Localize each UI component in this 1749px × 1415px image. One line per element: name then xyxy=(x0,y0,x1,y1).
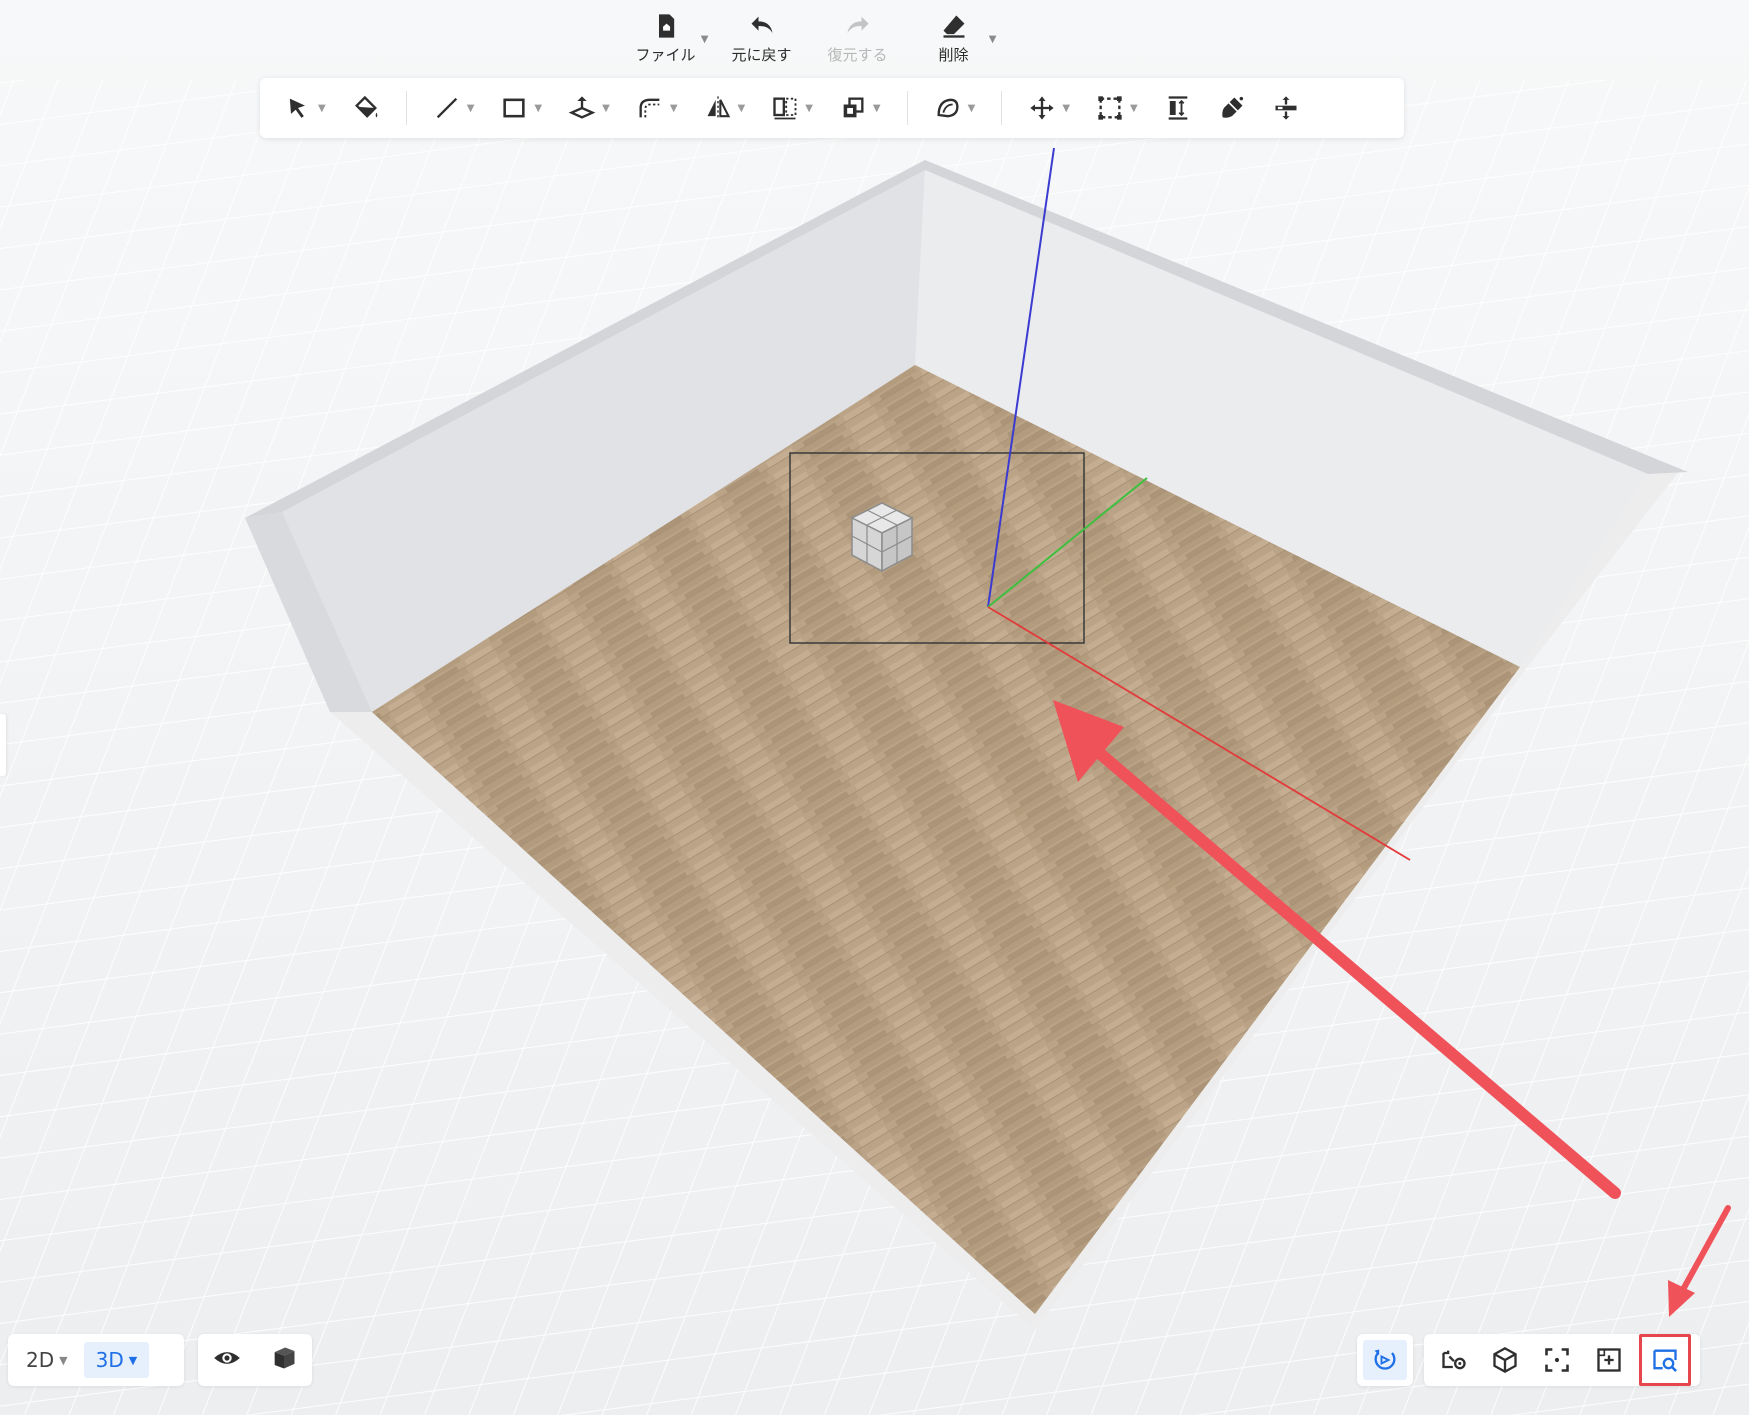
copy-icon xyxy=(843,97,864,118)
mirror-tool[interactable]: ▼ xyxy=(704,88,746,128)
brush-icon xyxy=(1222,96,1243,118)
mirror-icon xyxy=(707,96,730,120)
mode-2d-label: 2D xyxy=(26,1348,55,1372)
group-select-tool[interactable]: ▼ xyxy=(1096,88,1138,128)
paint-bucket-icon xyxy=(354,95,378,118)
view-tools xyxy=(198,1334,312,1386)
eraser-icon xyxy=(943,15,964,38)
delete-button[interactable]: 削除 ▼ xyxy=(921,12,997,65)
push-pull-tool[interactable]: ▼ xyxy=(568,88,610,128)
sweep-icon xyxy=(937,98,959,118)
fit-frame-button[interactable] xyxy=(1536,1339,1578,1381)
camera-reset-panel xyxy=(1357,1334,1413,1386)
zoom-region-icon xyxy=(1596,1348,1621,1372)
solid-view-button[interactable] xyxy=(270,1344,298,1376)
chevron-down-icon: ▼ xyxy=(1130,102,1138,114)
rotate-reset-button[interactable] xyxy=(1363,1340,1407,1380)
solid-box-icon xyxy=(274,1347,294,1369)
rectangle-icon xyxy=(503,98,526,118)
undo-label: 元に戻す xyxy=(731,46,792,64)
array-tool[interactable]: ▼ xyxy=(771,88,813,128)
visibility-button[interactable] xyxy=(213,1344,241,1376)
redo-button[interactable]: 復元する xyxy=(825,12,891,65)
chevron-down-icon: ▼ xyxy=(534,102,543,114)
cube-view-button[interactable] xyxy=(1484,1339,1526,1381)
chevron-down-icon: ▼ xyxy=(128,1353,138,1367)
file-toolbar: ファイル ▼ 元に戻す 復元する 削除 ▼ xyxy=(0,0,1749,78)
line-icon xyxy=(436,97,457,119)
mode-3d-button[interactable]: 3D ▼ xyxy=(83,1342,150,1378)
move-icon xyxy=(1030,96,1054,120)
file-menu-label: ファイル xyxy=(635,46,696,64)
rectangle-tool[interactable]: ▼ xyxy=(500,88,542,128)
push-pull-icon xyxy=(568,96,596,119)
toolbar-divider xyxy=(1001,91,1003,125)
zoom-region-button[interactable] xyxy=(1588,1339,1630,1381)
chevron-down-icon: ▼ xyxy=(466,102,475,114)
chevron-down-icon: ▼ xyxy=(1062,102,1071,114)
zoom-search-icon xyxy=(1653,1349,1678,1372)
transform-tool[interactable] xyxy=(1272,88,1300,128)
mode-3d-label: 3D xyxy=(95,1348,124,1372)
file-home-icon xyxy=(658,14,674,38)
copy-tool[interactable]: ▼ xyxy=(839,88,881,128)
app-window: ファイル ▼ 元に戻す 復元する 削除 ▼ ▼ ▼ ▼ ▼ ▼ ▼ ▼ ▼ ▼ … xyxy=(0,0,1749,1415)
chevron-down-icon: ▼ xyxy=(59,1353,68,1367)
camera-settings-icon xyxy=(1442,1350,1466,1370)
eye-icon xyxy=(213,1352,240,1364)
undo-button[interactable]: 元に戻す xyxy=(729,12,795,65)
move-tool[interactable]: ▼ xyxy=(1028,88,1070,128)
cube-view-icon xyxy=(1493,1346,1518,1374)
align-icon xyxy=(1168,96,1188,120)
redo-label: 復元する xyxy=(827,46,888,64)
toolbar-divider xyxy=(405,91,407,125)
zoom-search-button[interactable] xyxy=(1639,1334,1692,1386)
paint-tool[interactable] xyxy=(352,88,380,128)
chevron-down-icon: ▼ xyxy=(967,102,976,114)
chevron-down-icon: ▼ xyxy=(669,102,678,114)
chevron-down-icon: ▼ xyxy=(737,102,746,114)
camera-tools xyxy=(1424,1334,1700,1386)
chevron-down-icon: ▼ xyxy=(988,34,997,45)
3d-viewport[interactable] xyxy=(0,0,1749,1415)
chevron-down-icon: ▼ xyxy=(602,102,610,114)
chevron-down-icon: ▼ xyxy=(872,102,881,114)
align-tool[interactable] xyxy=(1164,88,1192,128)
brush-tool[interactable] xyxy=(1218,88,1246,128)
offset-curve-icon xyxy=(639,98,660,118)
chevron-down-icon: ▼ xyxy=(805,102,813,114)
transform-icon xyxy=(1275,96,1297,120)
left-panel-handle[interactable] xyxy=(0,714,6,776)
delete-label: 削除 xyxy=(938,46,969,64)
chevron-down-icon: ▼ xyxy=(700,34,709,45)
mode-2d-button[interactable]: 2D ▼ xyxy=(14,1342,80,1378)
view-mode-toggle: 2D ▼ 3D ▼ xyxy=(8,1334,184,1386)
tool-toolbar: ▼ ▼ ▼ ▼ ▼ ▼ ▼ ▼ ▼ ▼ ▼ xyxy=(260,78,1404,138)
select-tool[interactable]: ▼ xyxy=(284,88,326,128)
toolbar-divider xyxy=(906,91,908,125)
fit-frame-icon xyxy=(1545,1348,1569,1372)
sweep-tool[interactable]: ▼ xyxy=(934,88,976,128)
array-icon xyxy=(773,97,797,120)
undo-icon xyxy=(751,16,772,33)
offset-tool[interactable]: ▼ xyxy=(636,88,678,128)
line-tool[interactable]: ▼ xyxy=(433,88,475,128)
group-select-icon xyxy=(1098,96,1122,120)
select-arrow-icon xyxy=(289,98,305,118)
file-menu-button[interactable]: ファイル ▼ xyxy=(633,12,709,65)
redo-icon xyxy=(847,16,868,33)
rotate-reset-icon xyxy=(1374,1349,1396,1370)
chevron-down-icon: ▼ xyxy=(318,102,326,114)
camera-settings-button[interactable] xyxy=(1433,1339,1475,1381)
